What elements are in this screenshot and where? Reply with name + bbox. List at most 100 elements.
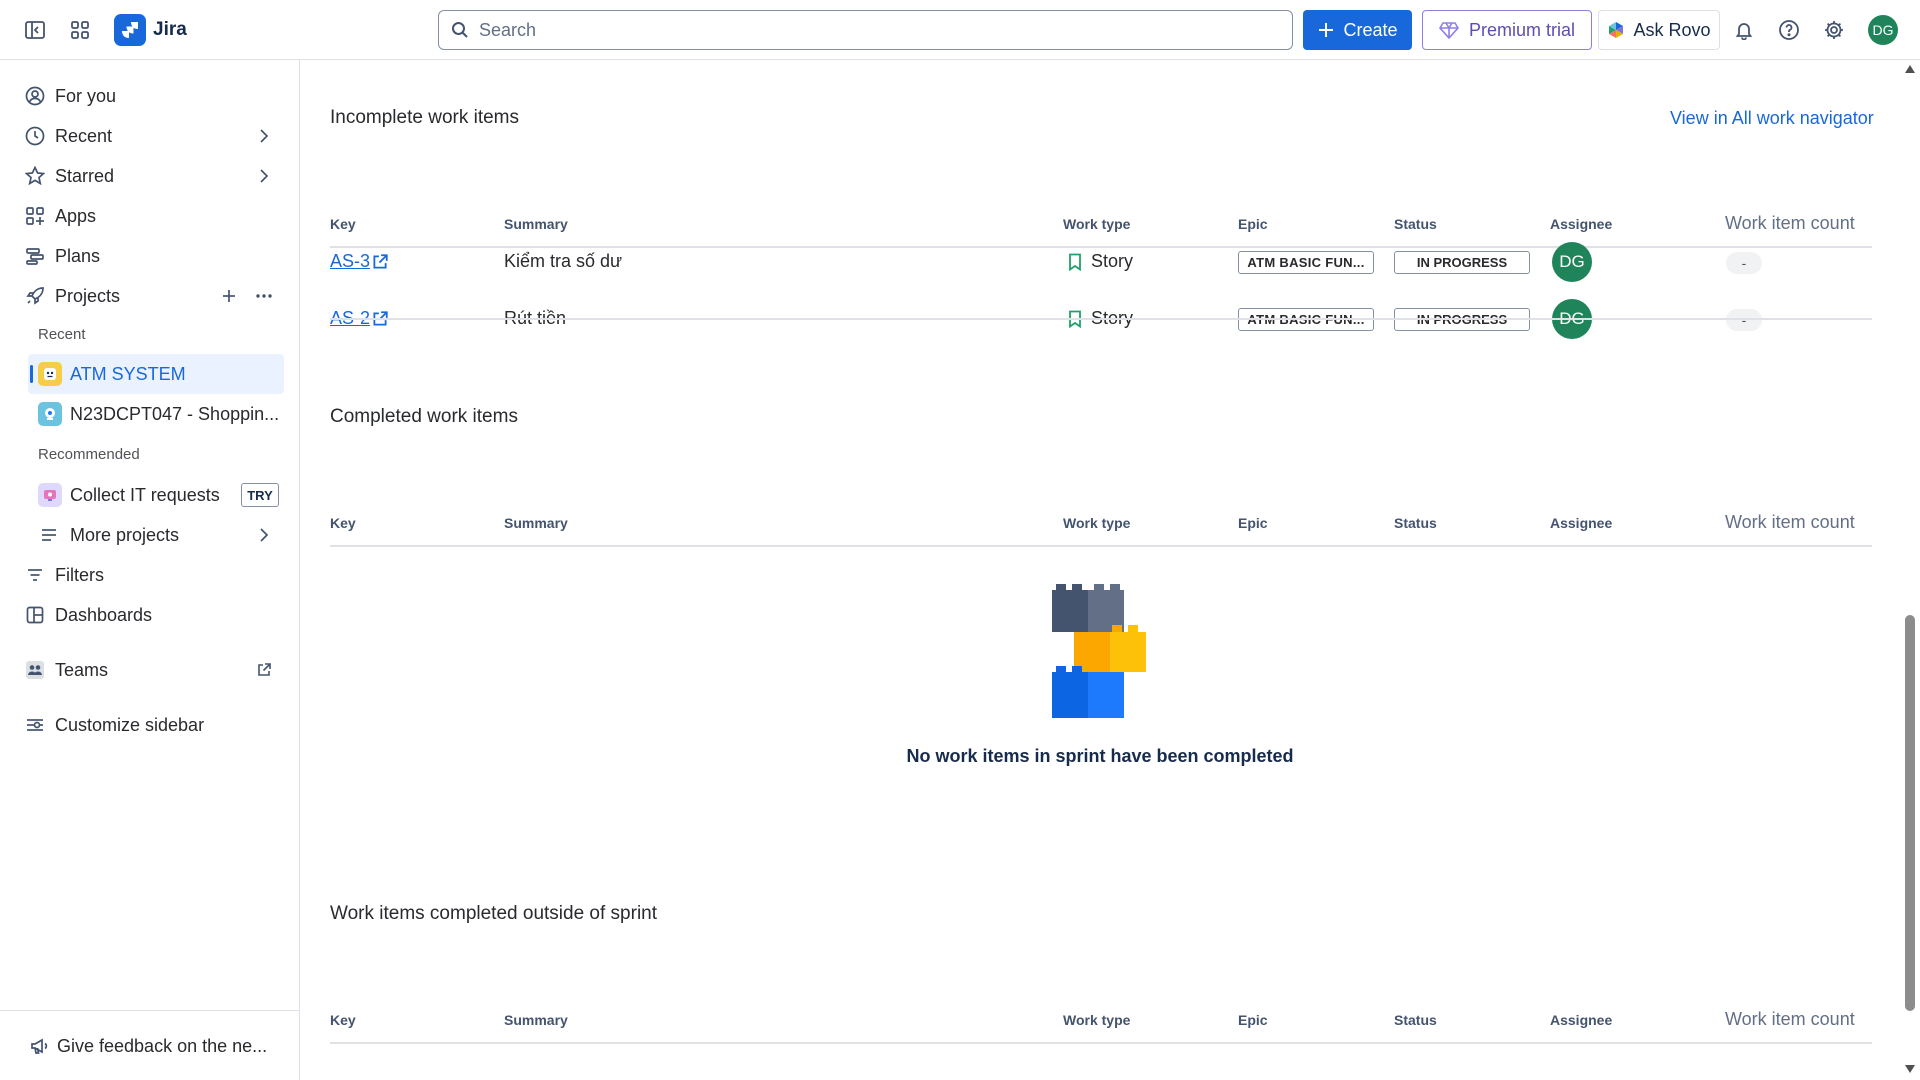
column-header-work-item-count[interactable]: Work item count xyxy=(1725,213,1855,234)
sidebar-item-label: More projects xyxy=(70,524,180,545)
plus-icon xyxy=(1319,23,1334,37)
work-type-label: Story xyxy=(1091,251,1134,271)
column-header-epic[interactable]: Epic xyxy=(1238,1012,1268,1028)
column-header-work-type[interactable]: Work type xyxy=(1063,515,1130,531)
add-project-plus-icon[interactable] xyxy=(220,287,238,305)
sidebar-item-for-you[interactable]: For you xyxy=(0,76,300,116)
search-bar[interactable] xyxy=(438,10,1293,50)
sidebar-item-teams[interactable]: Teams xyxy=(0,650,300,690)
work-item-count-badge: - xyxy=(1726,309,1762,331)
rocket-icon xyxy=(24,285,46,307)
premium-trial-button[interactable]: Premium trial xyxy=(1422,10,1592,50)
try-badge[interactable]: TRY xyxy=(241,483,279,507)
sidebar-item-label: Plans xyxy=(55,245,101,266)
sidebar-item-customize[interactable]: Customize sidebar xyxy=(0,705,300,745)
more-options-icon[interactable] xyxy=(254,287,274,305)
star-icon xyxy=(24,165,46,187)
recommended-heading: Recommended xyxy=(38,446,140,463)
gem-icon xyxy=(1438,22,1459,39)
sidebar-item-starred[interactable]: Starred xyxy=(0,156,300,196)
column-header-summary[interactable]: Summary xyxy=(504,216,568,232)
notifications-bell-icon[interactable] xyxy=(1728,14,1760,46)
column-header-status[interactable]: Status xyxy=(1394,515,1437,531)
project-avatar-icon xyxy=(38,402,62,426)
sidebar-item-label: Dashboards xyxy=(55,604,153,625)
sidebar-item-label: Teams xyxy=(55,659,109,680)
column-header-epic[interactable]: Epic xyxy=(1238,515,1268,531)
ask-rovo-button[interactable]: Ask Rovo xyxy=(1598,10,1720,50)
work-item-count-badge: - xyxy=(1726,252,1762,274)
project-atm-system[interactable]: ATM SYSTEM xyxy=(28,354,284,394)
sidebar-item-label: Customize sidebar xyxy=(55,714,205,735)
table-divider xyxy=(330,318,1872,320)
empty-state-message: No work items in sprint have been comple… xyxy=(906,746,1294,766)
column-header-work-item-count[interactable]: Work item count xyxy=(1725,512,1855,533)
empty-state-blocks-illustration xyxy=(1052,584,1146,718)
megaphone-icon xyxy=(28,1035,50,1057)
table-row[interactable]: AS-3 Kiểm tra số dư Story ATM BASIC FUN.… xyxy=(330,233,1872,290)
column-header-summary[interactable]: Summary xyxy=(504,515,568,531)
app-name[interactable]: Jira xyxy=(153,19,187,41)
scrollbar-thumb[interactable] xyxy=(1905,615,1915,1011)
chevron-right-icon[interactable] xyxy=(256,527,272,543)
column-header-status[interactable]: Status xyxy=(1394,216,1437,232)
column-header-work-type[interactable]: Work type xyxy=(1063,216,1130,232)
list-icon xyxy=(38,524,60,546)
outside-sprint-table-header: Key Summary Work type Epic Status Assign… xyxy=(330,998,1872,1044)
sidebar-item-filters[interactable]: Filters xyxy=(0,555,300,595)
sidebar-item-label: Filters xyxy=(55,564,104,585)
column-header-key[interactable]: Key xyxy=(330,1012,356,1028)
project-avatar-icon xyxy=(38,362,62,386)
user-avatar[interactable]: DG xyxy=(1868,15,1898,45)
feedback-label: Give feedback on the ne... xyxy=(57,1035,268,1056)
column-header-summary[interactable]: Summary xyxy=(504,1012,568,1028)
user-circle-icon xyxy=(24,85,46,107)
chevron-right-icon[interactable] xyxy=(256,128,272,144)
top-navigation-bar: Jira Create Premium trial Ask Rovo DG xyxy=(0,0,1920,60)
epic-lozenge[interactable]: ATM BASIC FUN... xyxy=(1238,251,1374,274)
external-link-icon[interactable] xyxy=(256,662,272,678)
column-header-key[interactable]: Key xyxy=(330,216,356,232)
column-header-assignee[interactable]: Assignee xyxy=(1550,1012,1612,1028)
chevron-right-icon[interactable] xyxy=(256,168,272,184)
customize-sliders-icon xyxy=(24,714,46,736)
status-lozenge[interactable]: IN PROGRESS xyxy=(1394,251,1530,274)
give-feedback-button[interactable]: Give feedback on the ne... xyxy=(0,1026,300,1066)
sidebar-item-dashboards[interactable]: Dashboards xyxy=(0,595,300,635)
completed-table-header: Key Summary Work type Epic Status Assign… xyxy=(330,501,1872,547)
search-input[interactable] xyxy=(479,19,1259,41)
column-header-status[interactable]: Status xyxy=(1394,1012,1437,1028)
search-icon xyxy=(452,22,468,38)
project-label: ATM SYSTEM xyxy=(70,363,186,384)
work-item-key-link[interactable]: AS-3 xyxy=(330,251,370,272)
sidebar-item-projects[interactable]: Projects xyxy=(0,276,300,316)
sidebar-item-recent[interactable]: Recent xyxy=(0,116,300,156)
column-header-assignee[interactable]: Assignee xyxy=(1550,216,1612,232)
settings-gear-icon[interactable] xyxy=(1818,14,1850,46)
scroll-up-arrow-icon[interactable] xyxy=(1904,64,1916,74)
project-n23dcpt047[interactable]: N23DCPT047 - Shoppin... xyxy=(28,394,284,434)
sidebar-item-more-projects[interactable]: More projects xyxy=(0,515,300,555)
column-header-work-type[interactable]: Work type xyxy=(1063,1012,1130,1028)
jira-logo-icon[interactable] xyxy=(114,14,146,46)
create-button[interactable]: Create xyxy=(1303,10,1412,50)
column-header-epic[interactable]: Epic xyxy=(1238,216,1268,232)
assignee-avatar[interactable]: DG xyxy=(1552,242,1592,282)
scroll-down-arrow-icon[interactable] xyxy=(1904,1064,1916,1074)
work-item-summary[interactable]: Kiểm tra số dư xyxy=(504,251,622,272)
it-requests-icon xyxy=(38,483,62,507)
sidebar-toggle-icon[interactable] xyxy=(19,14,51,46)
help-icon[interactable] xyxy=(1773,14,1805,46)
app-switcher-icon[interactable] xyxy=(64,14,96,46)
view-in-navigator-link[interactable]: View in All work navigator xyxy=(1670,108,1874,129)
column-header-key[interactable]: Key xyxy=(330,515,356,531)
vertical-scrollbar[interactable] xyxy=(1900,60,1920,1080)
sidebar-item-apps[interactable]: Apps xyxy=(0,196,300,236)
recommended-label: Collect IT requests xyxy=(70,484,220,505)
column-header-work-item-count[interactable]: Work item count xyxy=(1725,1009,1855,1030)
sidebar-item-plans[interactable]: Plans xyxy=(0,236,300,276)
external-link-icon[interactable] xyxy=(371,253,389,271)
apps-grid-icon xyxy=(24,205,46,227)
sidebar-item-label: For you xyxy=(55,85,117,106)
column-header-assignee[interactable]: Assignee xyxy=(1550,515,1612,531)
